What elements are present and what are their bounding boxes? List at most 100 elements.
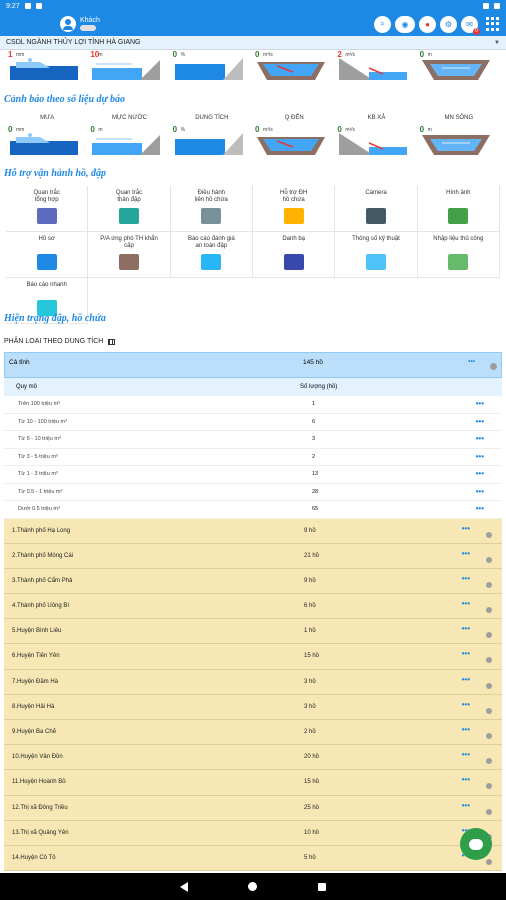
user-toggle[interactable]	[80, 25, 96, 31]
tool-item[interactable]: P/A ứng phó TH khẩn cấp	[88, 232, 171, 278]
table-row[interactable]: 3.Thành phố Cẩm Phả 9 hồ •••	[4, 568, 502, 595]
tool-item[interactable]: Nhập liệu thủ công	[417, 232, 500, 278]
more-icon[interactable]: •••	[462, 801, 470, 810]
gear-icon[interactable]	[486, 733, 492, 739]
tool-item[interactable]: Hình ảnh	[417, 186, 500, 232]
gear-icon[interactable]	[486, 758, 492, 765]
view-button[interactable]: ◉	[395, 15, 415, 33]
tool-item[interactable]: Điều hành liên hồ chứa	[170, 186, 253, 232]
unit-selector[interactable]: CSDL NGÀNH THỦY LỢI TỈNH HÀ GIANG ▼	[0, 36, 506, 50]
gear-icon[interactable]	[486, 682, 492, 689]
forecast_cards-card[interactable]: KB XẢ 0 m³/s	[335, 115, 417, 157]
gear-icon[interactable]	[486, 707, 492, 714]
search-button[interactable]: ⌕	[374, 15, 391, 33]
forecast_cards-card[interactable]: MỰC NƯỚC 0 m	[88, 115, 170, 157]
more-icon[interactable]: •••	[462, 549, 470, 558]
table-row[interactable]: Dưới 0.5 triệu m³ 65 •••	[4, 501, 502, 519]
table-row[interactable]: 7.Huyện Đầm Hà 3 hồ •••	[4, 669, 502, 695]
alert-button[interactable]: ●	[419, 15, 436, 33]
gear-icon[interactable]	[486, 581, 492, 588]
top_cards-card[interactable]: 0%	[171, 50, 253, 82]
tool-item[interactable]: Thông số kỹ thuật	[335, 232, 418, 278]
top_cards-card[interactable]: 1 mm	[6, 50, 88, 82]
table-row[interactable]: 14.Huyện Cô Tô5 hồ•••	[4, 845, 502, 872]
province-row[interactable]: Cả tỉnh 145 hồ •••	[4, 352, 502, 378]
forecast_cards-card[interactable]: DUNG TÍCH 0%	[171, 115, 253, 157]
table-row[interactable]: Từ 10 - 100 triệu m³ 6 •••	[4, 414, 502, 431]
unit-name: 7.Huyện Đầm Hà	[12, 678, 59, 685]
forecast_cards-card[interactable]: MN SÔNG 0 m	[418, 115, 500, 157]
gear-icon[interactable]	[486, 858, 492, 865]
table-row[interactable]: 10.Huyện Vân Đồn 20 hồ •••	[4, 745, 502, 771]
more-icon[interactable]: •••	[462, 725, 470, 734]
table-row[interactable]: 11.Huyện Hoành Bồ 15 hồ •••	[4, 770, 502, 796]
more-icon[interactable]: •••	[468, 358, 475, 365]
back-icon[interactable]	[180, 881, 189, 892]
chat-button[interactable]	[460, 828, 492, 860]
tool-item[interactable]: Camera	[335, 186, 418, 232]
more-icon[interactable]: •••	[476, 452, 484, 461]
more-icon[interactable]: •••	[462, 775, 470, 784]
more-icon[interactable]: •••	[462, 574, 470, 583]
forecast_cards-card[interactable]: MƯA 0 mm	[6, 115, 88, 157]
gear-icon[interactable]	[486, 531, 492, 538]
more-icon[interactable]: •••	[462, 599, 470, 608]
gear-icon[interactable]	[486, 632, 492, 639]
scale-count: 2	[312, 453, 316, 460]
table-row[interactable]: 12.Thị xã Đông Triều 25 hồ •••	[4, 795, 502, 821]
table-row[interactable]: Từ 0.5 - 1 triệu m³ 28 •••	[4, 484, 502, 501]
recents-icon[interactable]	[317, 882, 326, 891]
tool-item[interactable]: Báo cáo đánh giá an toàn đập	[170, 232, 253, 278]
tool-item[interactable]: Quan trắc thân đập	[88, 186, 171, 232]
table-row[interactable]: 13.Thị xã Quảng Yên10 hồ•••	[4, 820, 502, 846]
table-row[interactable]: Từ 1 - 3 triệu m³ 13 •••	[4, 466, 502, 484]
tool-item[interactable]: Hỗ trợ ĐH hồ chứa	[253, 186, 336, 232]
table-row[interactable]: Trên 100 triệu m³ 1 •••	[4, 396, 502, 414]
more-icon[interactable]: •••	[462, 675, 470, 684]
tool-item[interactable]: Hồ sơ	[6, 232, 89, 278]
table-row[interactable]: Từ 3 - 5 triệu m³ 2 •••	[4, 449, 502, 466]
gear-icon[interactable]	[486, 657, 492, 664]
top_cards-card[interactable]: 0 m³/s	[253, 50, 335, 82]
gear-icon[interactable]	[486, 556, 492, 563]
gear-icon[interactable]	[490, 363, 497, 370]
table-row[interactable]: 8.Huyện Hải Hà 3 hồ •••	[4, 694, 502, 720]
more-icon[interactable]: •••	[462, 524, 470, 533]
more-icon[interactable]: •••	[476, 399, 484, 408]
forecast_cards-card[interactable]: Q ĐẾN 0 m³/s	[253, 115, 335, 157]
table-row[interactable]: 6.Huyện Tiên Yên 15 hồ •••	[4, 644, 502, 670]
tool-icon	[201, 254, 222, 270]
more-icon[interactable]: •••	[476, 487, 484, 496]
table-icon[interactable]	[108, 338, 116, 345]
table-row[interactable]: 4.Thành phố Uông Bí 6 hồ •••	[4, 594, 502, 620]
more-icon[interactable]: •••	[462, 624, 470, 633]
gear-icon[interactable]	[486, 783, 492, 790]
table-row[interactable]: 2.Thành phố Móng Cái 21 hồ •••	[4, 543, 502, 569]
card-title: DUNG TÍCH	[195, 115, 229, 121]
settings-button[interactable]: ⚙	[440, 15, 457, 33]
top_cards-card[interactable]: 0m	[418, 50, 500, 82]
top_cards-card[interactable]: 2 m³/s	[335, 50, 417, 82]
table-row[interactable]: Từ 5 - 10 triệu m³ 3 •••	[4, 431, 502, 449]
more-icon[interactable]: •••	[462, 750, 470, 759]
more-icon[interactable]: •••	[476, 504, 484, 513]
gear-icon[interactable]	[486, 607, 492, 614]
table-row[interactable]: 1.Thành phố Hạ Long 9 hồ •••	[4, 518, 502, 544]
tool-item[interactable]: Quan trắc tổng hợp	[6, 186, 89, 232]
account-icon[interactable]	[60, 16, 76, 32]
notification-button[interactable]: ✉ 0	[461, 15, 480, 35]
more-icon[interactable]: •••	[476, 469, 484, 478]
tool-icon	[118, 208, 139, 224]
more-icon[interactable]: •••	[476, 434, 484, 443]
more-icon[interactable]: •••	[476, 417, 484, 426]
apps-grid-icon[interactable]	[486, 17, 500, 31]
more-icon[interactable]: •••	[462, 700, 470, 709]
table-row[interactable]: 5.Huyện Bình Liêu 1 hồ •••	[4, 619, 502, 645]
more-icon[interactable]: •••	[462, 649, 470, 658]
top_cards-card[interactable]: 10 m	[88, 50, 170, 82]
scale-label: Từ 0.5 - 1 triệu m³	[18, 488, 63, 495]
gear-icon[interactable]	[486, 808, 492, 815]
table-row[interactable]: 9.Huyện Ba Chẽ 2 hồ •••	[4, 720, 502, 746]
home-icon[interactable]	[248, 882, 258, 891]
tool-item[interactable]: Danh bạ	[253, 232, 336, 278]
